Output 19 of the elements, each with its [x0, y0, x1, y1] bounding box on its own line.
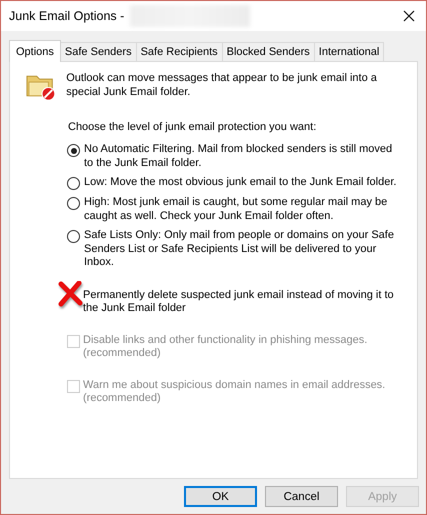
radio-button[interactable]: [67, 177, 80, 190]
checkbox-label: Permanently delete suspected junk email instead of moving it to the Junk Email folder: [83, 288, 395, 316]
radio-label: No Automatic Filtering. Mail from blocked senders is still moved to the Junk Email folder.: [84, 143, 394, 170]
checkbox-label: Warn me about suspicious domain names in email addresses. (recommended): [83, 378, 386, 406]
tab[interactable]: International: [314, 42, 384, 61]
radio-label: Safe Lists Only: Only mail from people or domains on your Safe Senders List or Safe Recipients List will be delivered to your Inbox.: [84, 229, 395, 270]
dialog-button[interactable]: Cancel: [265, 486, 338, 507]
radio-button[interactable]: [67, 230, 80, 243]
radio-button[interactable]: [67, 197, 80, 210]
checkbox-label: Disable links and other functionality in phishing messages. (recommended): [83, 334, 368, 360]
radio-label: High: Most junk email is caught, but some regular mail may be caught as well. Check your Junk Email folder often.: [84, 196, 388, 223]
tab[interactable]: Options: [9, 40, 61, 62]
radio-label: Low: Move the most obvious junk email to the Junk Email folder.: [84, 176, 398, 190]
window-title: Junk Email Options -: [9, 9, 124, 23]
radio-button[interactable]: [67, 144, 80, 157]
intro-text: Outlook can move messages that appear to be junk email into a special Junk Email folder.: [66, 71, 378, 99]
prompt-text: Choose the level of junk email protection you want:: [68, 121, 318, 133]
dialog-button[interactable]: OK: [184, 486, 257, 507]
close-icon[interactable]: [403, 10, 415, 22]
